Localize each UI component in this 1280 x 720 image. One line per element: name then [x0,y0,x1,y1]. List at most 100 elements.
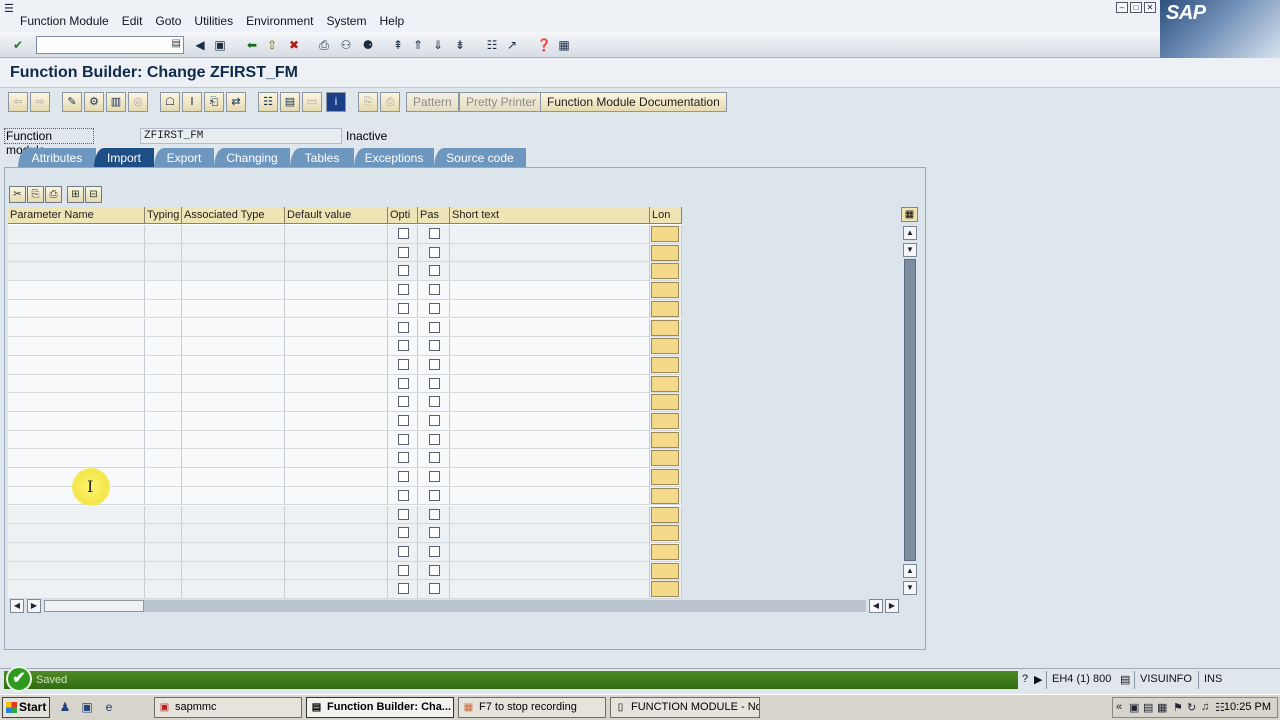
parameter-name-cell[interactable] [8,393,145,411]
short-text-cell[interactable] [450,449,650,468]
menu-function-module[interactable]: Function Module [20,14,109,28]
optional-checkbox[interactable] [398,302,409,314]
long-text-cell[interactable] [650,355,682,374]
scroll-up-icon[interactable]: ▼ [903,243,917,257]
typing-cell[interactable] [145,318,182,337]
shortcut-icon[interactable]: ↗ [504,37,520,53]
typing-cell[interactable] [145,505,182,524]
associated-type-cell[interactable] [182,430,285,449]
optional-cell[interactable] [388,393,418,411]
default-value-cell[interactable] [285,412,388,430]
typing-cell[interactable] [145,430,182,449]
pass-value-cell[interactable] [418,281,450,299]
minimize-icon[interactable]: – [1116,2,1128,13]
long-text-button[interactable] [651,413,679,429]
typing-cell[interactable] [145,299,182,318]
short-text-cell[interactable] [450,542,650,561]
parameter-name-cell[interactable] [8,318,145,337]
long-text-button[interactable] [651,226,679,242]
long-text-button[interactable] [651,338,679,355]
copy-icon[interactable]: ⎘ [27,186,44,203]
optional-cell[interactable] [388,468,418,486]
short-text-cell[interactable] [450,486,650,505]
typing-cell[interactable] [145,524,182,542]
pass-value-checkbox[interactable] [429,228,440,239]
scroll-page-up-icon[interactable]: ▲ [903,226,917,240]
optional-checkbox[interactable] [398,246,409,258]
optional-checkbox[interactable] [398,583,409,595]
task-recording[interactable]: ▦ F7 to stop recording [458,697,606,718]
short-text-cell[interactable] [450,561,650,580]
long-text-button[interactable] [651,244,679,261]
parameter-name-cell[interactable] [8,355,145,374]
short-text-cell[interactable] [450,374,650,393]
long-text-cell[interactable] [650,430,682,449]
optional-cell[interactable] [388,542,418,561]
parameter-name-cell[interactable] [8,281,145,299]
typing-cell[interactable] [145,468,182,486]
column-header-pass-value[interactable]: Pas [418,207,450,224]
pass-value-cell[interactable] [418,449,450,468]
optional-checkbox[interactable] [398,508,409,520]
pass-value-checkbox[interactable] [429,265,440,277]
long-text-button[interactable] [651,431,679,448]
pass-value-checkbox[interactable] [429,321,440,333]
long-text-button[interactable] [651,525,679,542]
short-text-cell[interactable] [450,524,650,542]
long-text-button[interactable] [651,562,679,579]
long-text-cell[interactable] [650,262,682,281]
long-text-cell[interactable] [650,580,682,598]
pass-value-cell[interactable] [418,243,450,262]
long-text-cell[interactable] [650,468,682,486]
associated-type-cell[interactable] [182,337,285,355]
typing-cell[interactable] [145,449,182,468]
typing-cell[interactable] [145,580,182,598]
tab-attributes[interactable]: Attributes [18,148,96,168]
long-text-cell[interactable] [650,337,682,355]
long-text-button[interactable] [651,319,679,336]
long-text-button[interactable] [651,300,679,317]
optional-cell[interactable] [388,262,418,281]
short-text-cell[interactable] [450,299,650,318]
information-icon[interactable]: i [326,92,346,112]
optional-cell[interactable] [388,299,418,318]
associated-type-cell[interactable] [182,486,285,505]
default-value-cell[interactable] [285,337,388,355]
long-text-cell[interactable] [650,561,682,580]
quick-launch-ie-icon[interactable]: e [102,700,116,714]
pass-value-cell[interactable] [418,374,450,393]
short-text-cell[interactable] [450,468,650,486]
optional-cell[interactable] [388,524,418,542]
long-text-button[interactable] [651,282,679,299]
pass-value-cell[interactable] [418,318,450,337]
back-icon[interactable]: ⬅ [244,37,260,53]
delete-row-icon[interactable]: ⊟ [85,186,102,203]
long-text-cell[interactable] [650,449,682,468]
optional-cell[interactable] [388,281,418,299]
pass-value-checkbox[interactable] [429,452,440,464]
pattern-button[interactable]: Pattern [406,92,459,112]
default-value-cell[interactable] [285,281,388,299]
associated-type-cell[interactable] [182,561,285,580]
scroll-far-left-icon[interactable]: ◀ [869,599,883,613]
find-next-icon[interactable]: ⚈ [360,37,376,53]
optional-cell[interactable] [388,561,418,580]
tab-import[interactable]: Import [94,148,154,168]
tab-tables[interactable]: Tables [290,148,354,168]
optional-cell[interactable] [388,355,418,374]
typing-cell[interactable] [145,262,182,281]
parameter-name-cell[interactable] [8,412,145,430]
short-text-cell[interactable] [450,243,650,262]
typing-cell[interactable] [145,281,182,299]
long-text-cell[interactable] [650,505,682,524]
default-value-cell[interactable] [285,580,388,598]
short-text-cell[interactable] [450,281,650,299]
column-header-long-text[interactable]: Lon [650,207,682,224]
task-sapmmc[interactable]: ▣ sapmmc [154,697,302,718]
typing-cell[interactable] [145,561,182,580]
pass-value-cell[interactable] [418,561,450,580]
optional-checkbox[interactable] [398,228,409,239]
default-value-cell[interactable] [285,449,388,468]
paste-icon[interactable]: ⎙ [45,186,62,203]
next-object-icon[interactable]: ⇨ [30,92,50,112]
